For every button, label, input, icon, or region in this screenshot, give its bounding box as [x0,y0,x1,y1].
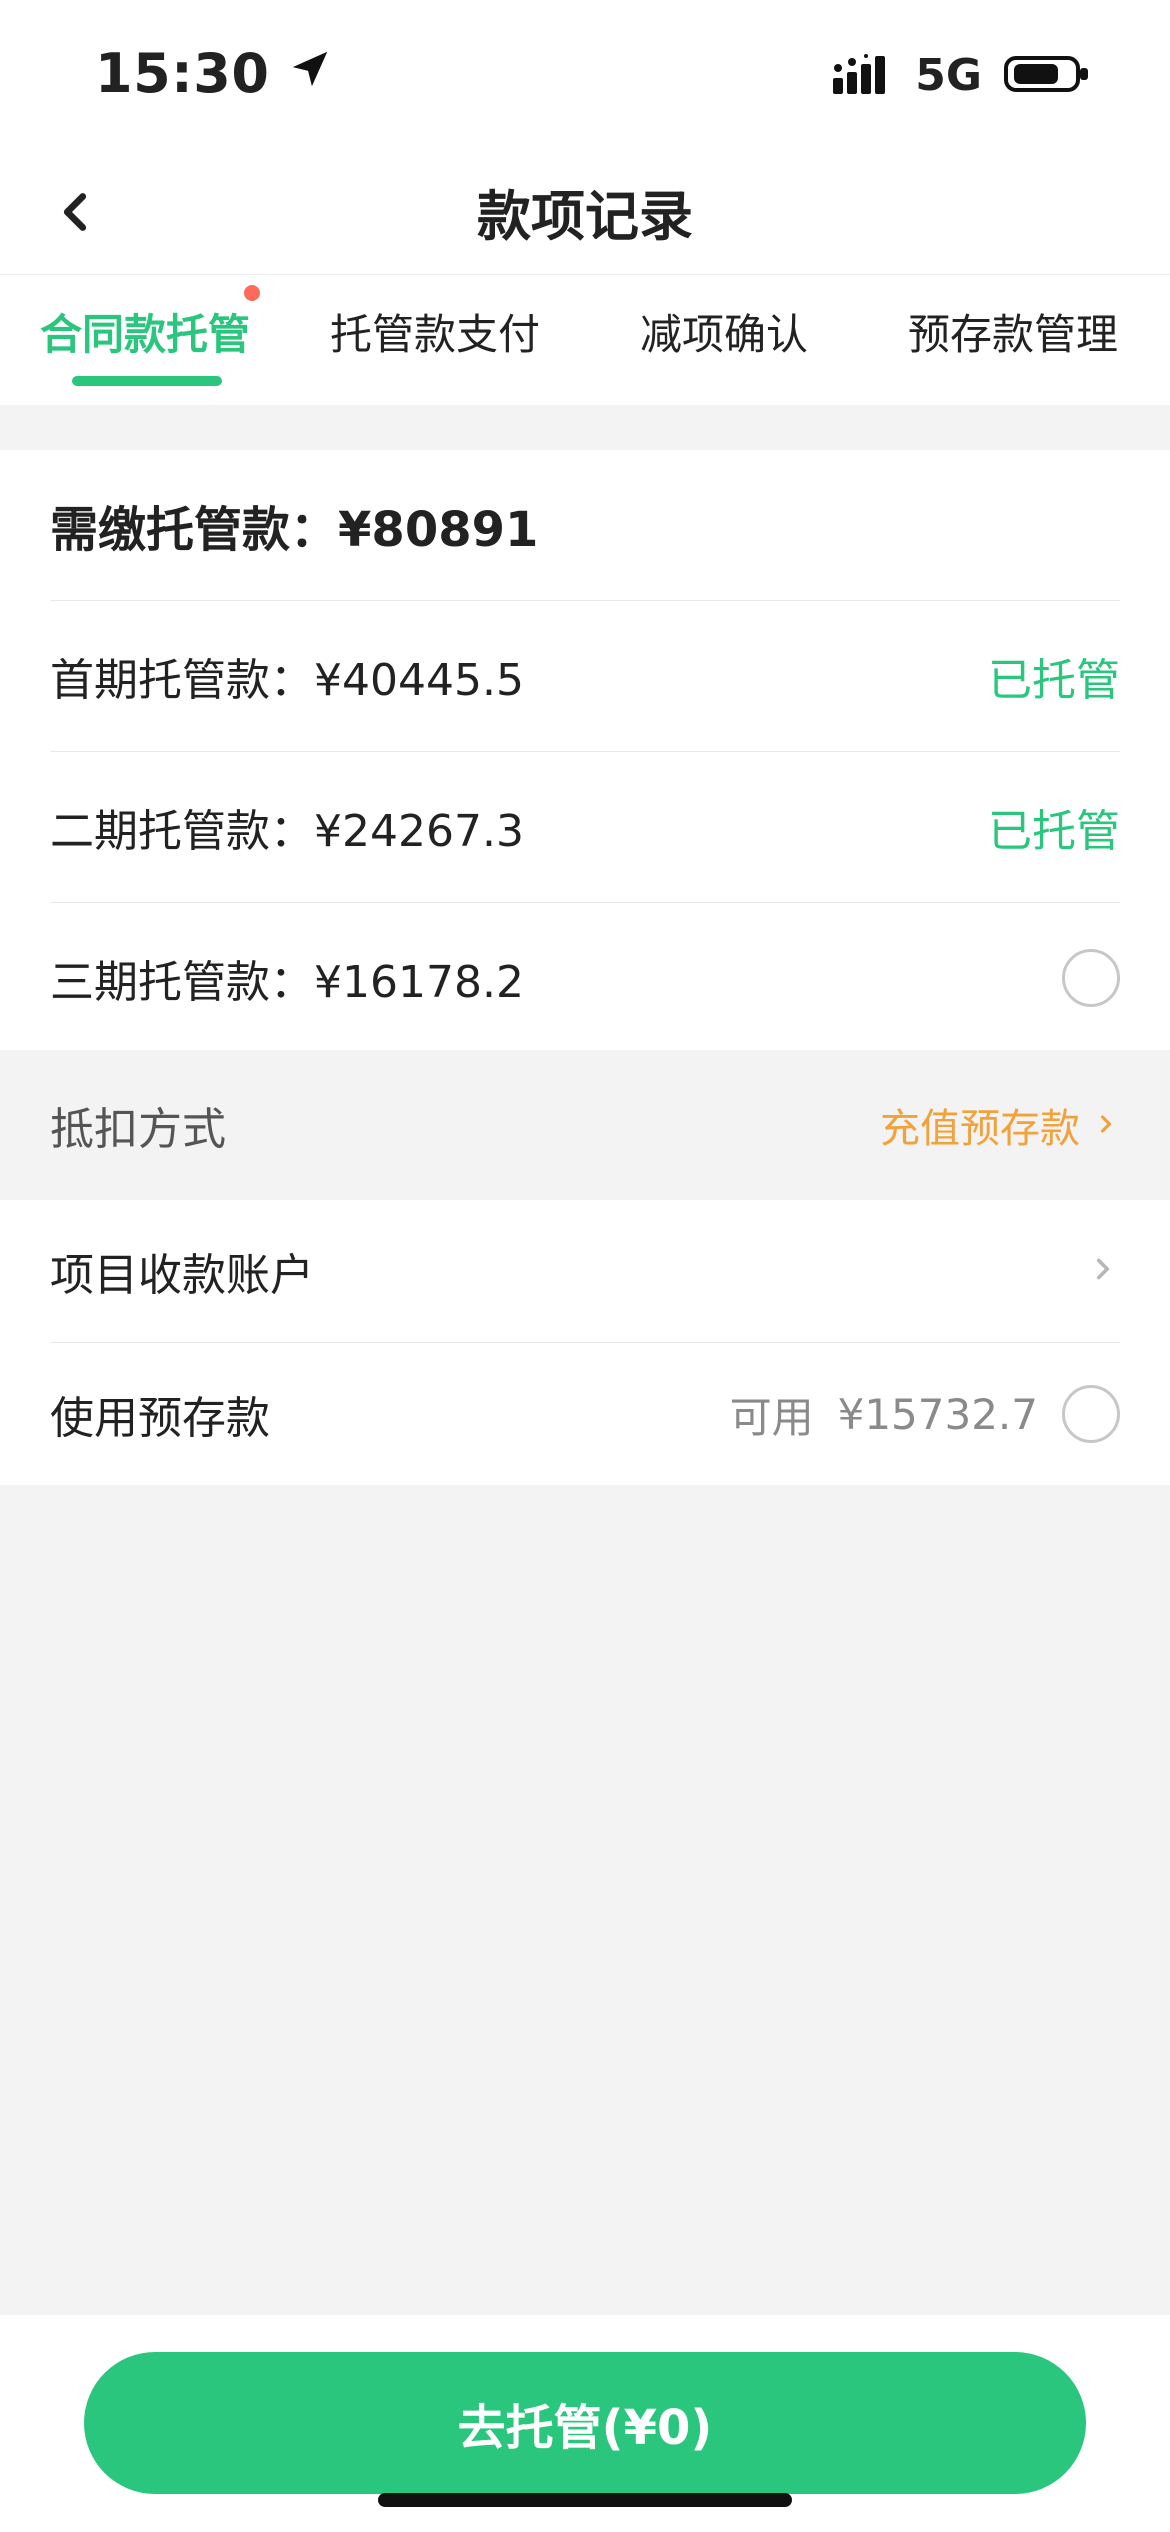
go-custody-button[interactable]: 去托管(¥0) [84,2352,1086,2494]
custody-item-row-3[interactable]: 三期托管款：¥16178.2 [50,903,1120,1053]
tab-bar: 合同款托管 托管款支付 减项确认 预存款管理 [0,275,1170,405]
account-and-prepaid-block: 项目收款账户 使用预存款 可用 ¥15732.7 [0,1200,1170,1485]
use-prepaid-row[interactable]: 使用预存款 可用 ¥15732.7 [50,1343,1120,1485]
available-prepaid: 可用 ¥15732.7 [730,1384,1120,1445]
top-white-area: 15:30 5G 款项记录 合同款托管 托管款支付 减项确认 预存款管理 [0,0,1170,405]
custody-item-row-1: 首期托管款：¥40445.5 已托管 [50,601,1120,752]
custody-item-label: 三期托管款： [50,957,314,1008]
custody-status: 已托管 [988,655,1120,706]
tab-contract-custody[interactable]: 合同款托管 [40,284,261,386]
use-prepaid-label: 使用预存款 [50,1393,270,1444]
tab-custody-payment[interactable]: 托管款支付 [330,301,540,380]
status-right: 5G [833,50,1090,101]
recharge-prepaid-text: 充值预存款 [880,1106,1080,1152]
page-title: 款项记录 [477,185,693,248]
required-custody-amount: ¥80891 [338,502,539,558]
custody-item-amount: ¥24267.3 [314,806,524,857]
available-label: 可用 [729,1392,814,1442]
deduction-label: 抵扣方式 [50,1104,226,1155]
use-prepaid-radio[interactable] [1062,1385,1120,1443]
custody-item-amount: ¥40445.5 [314,655,524,706]
payment-account-row[interactable]: 项目收款账户 [50,1200,1120,1343]
notification-dot [244,284,261,301]
custody-item-label: 二期托管款： [50,806,314,857]
status-bar: 15:30 5G [0,0,1170,150]
chevron-right-icon [1086,1246,1120,1297]
select-third-installment-radio[interactable] [1062,949,1120,1007]
tab-deduction-confirm[interactable]: 减项确认 [640,301,808,380]
custody-item-text: 三期托管款：¥16178.2 [50,946,524,1010]
required-custody-row: 需缴托管款：¥80891 [50,450,1120,601]
deduction-section: 抵扣方式 充值预存款 [0,1050,1170,1200]
screen: 15:30 5G 款项记录 合同款托管 托管款支付 减项确认 预存款管理 需缴托… [0,0,1170,2532]
chevron-right-icon [1092,1102,1120,1148]
tab-label: 托管款支付 [330,309,541,359]
nav-bar: 款项记录 [0,150,1170,275]
custody-card: 需缴托管款：¥80891 首期托管款：¥40445.5 已托管 二期托管款：¥2… [0,450,1170,1053]
active-tab-underline [72,375,222,386]
tab-label: 合同款托管 [40,309,251,359]
location-arrow-icon [287,42,333,105]
signal-bars-icon [833,53,893,98]
required-custody-label: 需缴托管款： [50,502,339,558]
tab-label: 预存款管理 [908,309,1119,359]
tab-prepaid-management[interactable]: 预存款管理 [908,301,1118,380]
deduction-row: 抵扣方式 充值预存款 [0,1050,1170,1200]
custody-item-text: 二期托管款：¥24267.3 [50,795,524,859]
custody-status: 已托管 [988,806,1120,857]
status-time: 15:30 [95,42,333,105]
payment-account-label: 项目收款账户 [50,1250,314,1301]
tab-label: 减项确认 [640,309,809,359]
home-indicator [378,2493,792,2507]
time-text: 15:30 [95,42,270,105]
network-label: 5G [915,50,982,101]
available-amount: ¥15732.7 [837,1389,1038,1439]
custody-item-text: 首期托管款：¥40445.5 [50,644,524,708]
battery-icon [1004,52,1090,100]
recharge-prepaid-link[interactable]: 充值预存款 [880,1096,1120,1154]
custody-item-row-2: 二期托管款：¥24267.3 已托管 [50,752,1120,903]
custody-item-amount: ¥16178.2 [314,957,524,1008]
required-custody-text: 需缴托管款：¥80891 [50,490,538,560]
section-gap [0,405,1170,450]
custody-item-label: 首期托管款： [50,655,314,706]
